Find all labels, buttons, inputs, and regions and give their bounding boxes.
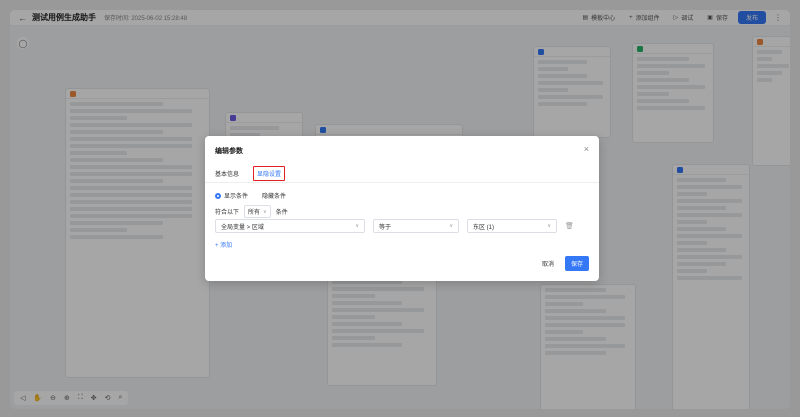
modal-footer: 取消 保存 (537, 256, 589, 271)
edit-params-modal: 编辑参数 × 基本信息 显隐设置 显示条件 隐藏条件 符合以下 所有 ∨ 条件 全… (205, 136, 599, 281)
tab-basic-info[interactable]: 基本信息 (215, 167, 239, 180)
condition-operator-select[interactable]: 等于 ∨ (373, 219, 459, 233)
condition-value-select[interactable]: 东区 (1) ∨ (467, 219, 557, 233)
delete-condition-icon[interactable]: 🗑 (565, 222, 574, 230)
match-rule-row: 符合以下 所有 ∨ 条件 (215, 205, 288, 218)
chevron-down-icon: ∨ (547, 223, 551, 229)
tab-divider (205, 182, 599, 183)
radio-dot-icon (215, 192, 221, 199)
chevron-down-icon: ∨ (263, 208, 267, 215)
add-condition-button[interactable]: + 添加 (215, 240, 232, 249)
match-suffix: 条件 (275, 210, 288, 216)
chevron-down-icon: ∨ (449, 223, 453, 229)
radio-show-condition[interactable]: 显示条件 (215, 191, 248, 200)
match-mode-select[interactable]: 所有 ∨ (244, 205, 271, 218)
close-icon[interactable]: × (584, 144, 589, 154)
modal-title: 编辑参数 (215, 148, 243, 155)
tab-visibility[interactable]: 显隐设置 (253, 166, 286, 181)
condition-field-select[interactable]: 全局变量 > 区域 ∨ (215, 219, 365, 233)
radio-hide-condition[interactable]: 隐藏条件 (262, 191, 286, 200)
cancel-button[interactable]: 取消 (537, 256, 559, 271)
modal-tabs: 基本信息 显隐设置 (215, 166, 286, 181)
save-button[interactable]: 保存 (564, 256, 589, 271)
match-prefix: 符合以下 (215, 210, 240, 216)
chevron-down-icon: ∨ (355, 223, 359, 229)
condition-type-group: 显示条件 隐藏条件 (215, 191, 286, 200)
condition-row: 全局变量 > 区域 ∨ 等于 ∨ 东区 (1) ∨ 🗑 (215, 219, 574, 233)
